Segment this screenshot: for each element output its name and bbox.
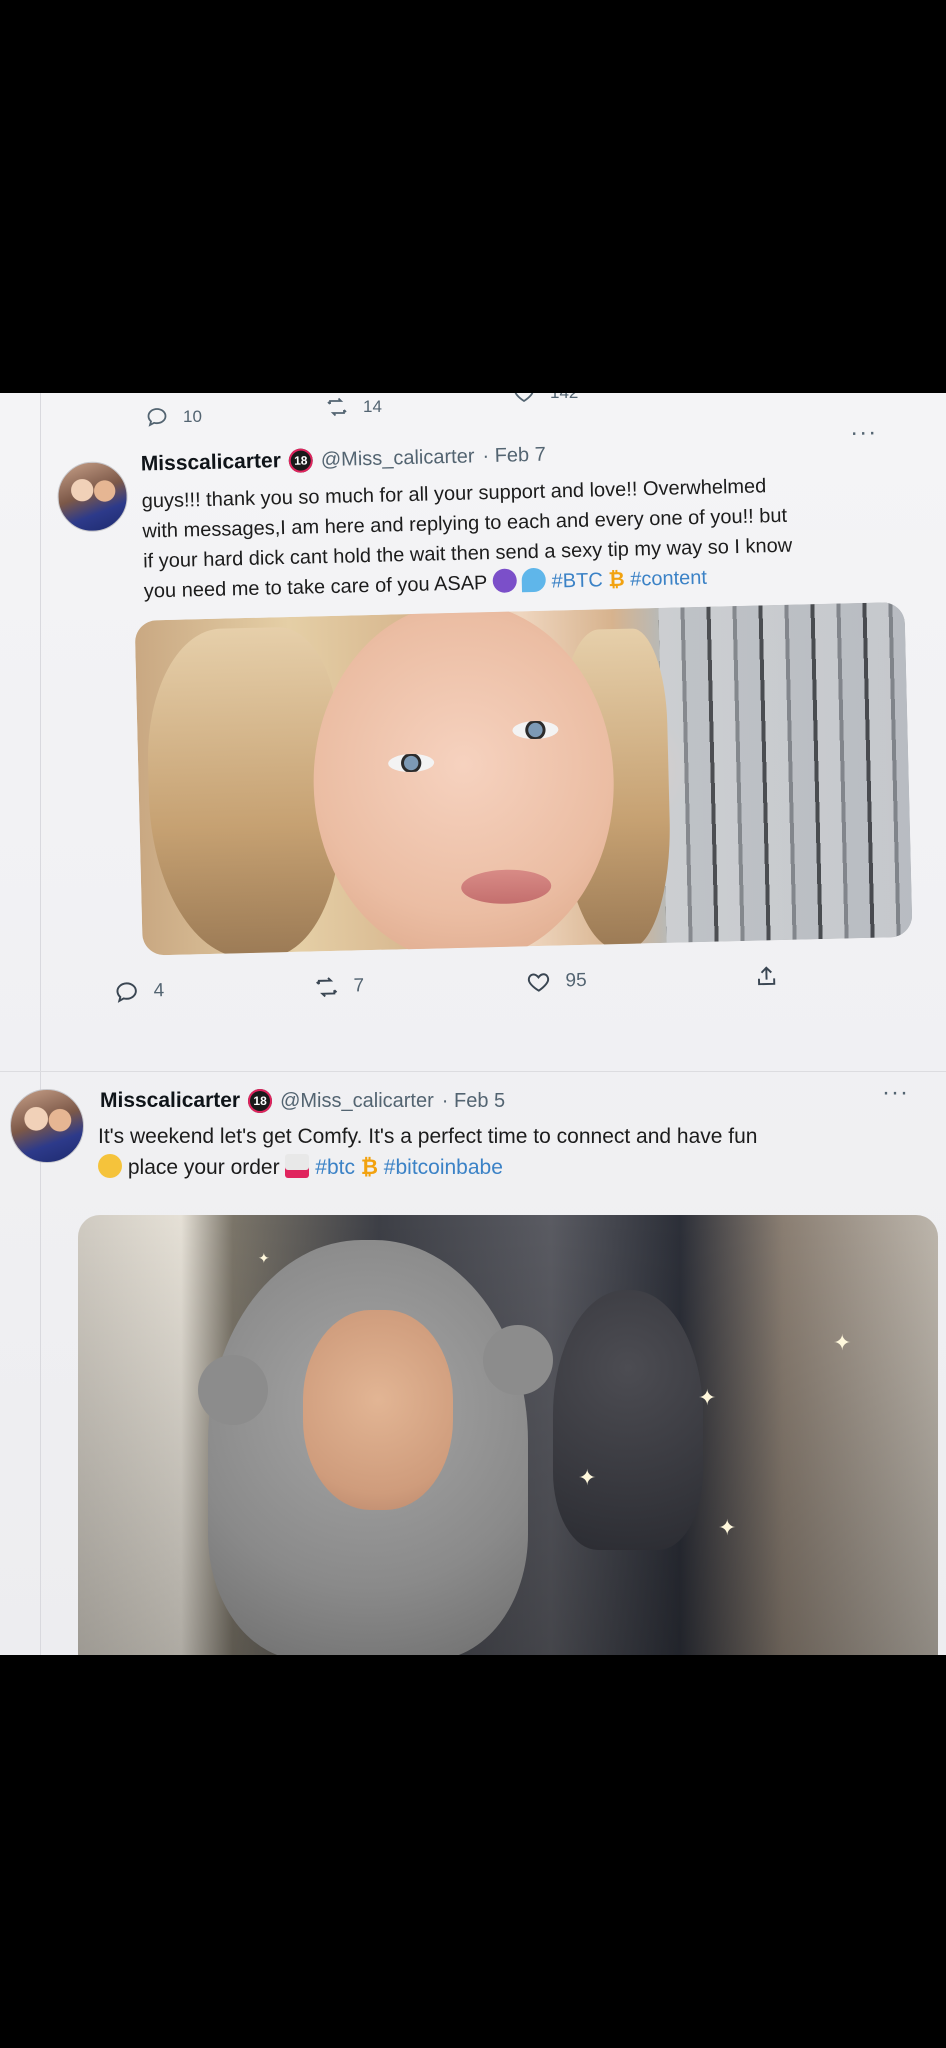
sweat-droplets-emoji-icon bbox=[521, 567, 547, 593]
reply-count: 10 bbox=[183, 407, 202, 426]
tweet-text-segment: you need me to take care of you ASAP bbox=[143, 572, 488, 603]
bitcoin-icon: ₿ bbox=[360, 1156, 378, 1179]
retweet-count: 7 bbox=[353, 975, 365, 997]
timeline: 10 14 142 Misscalicarter 18 @Miss_calica… bbox=[0, 393, 946, 1655]
age-18-badge-icon: 18 bbox=[248, 1089, 273, 1113]
display-name[interactable]: Misscalicarter bbox=[100, 1089, 240, 1113]
tweet-date[interactable]: · Feb 7 bbox=[482, 443, 546, 468]
tweet-text: It's weekend let's get Comfy. It's a per… bbox=[98, 1121, 918, 1183]
hashtag-btc[interactable]: #btc bbox=[315, 1156, 355, 1179]
tweet-text-line: It's weekend let's get Comfy. It's a per… bbox=[98, 1125, 758, 1148]
sparkle-icon: ✦ bbox=[578, 1465, 597, 1490]
heart-icon bbox=[527, 973, 550, 992]
reply-action[interactable]: 4 bbox=[113, 978, 164, 1005]
sparkle-icon: ✦ bbox=[698, 1385, 717, 1410]
like-action[interactable]: 95 bbox=[525, 968, 587, 995]
username-handle[interactable]: @Miss_calicarter bbox=[280, 1090, 434, 1113]
mirror-reflection bbox=[553, 1290, 703, 1550]
avatar[interactable] bbox=[10, 1089, 84, 1163]
like-count: 142 bbox=[550, 393, 578, 403]
screenshot-area: 10 14 142 Misscalicarter 18 @Miss_calica… bbox=[0, 393, 946, 1655]
retweet-action[interactable]: 7 bbox=[313, 973, 364, 1000]
face bbox=[303, 1310, 453, 1510]
avatar[interactable] bbox=[56, 460, 129, 533]
share-action[interactable] bbox=[753, 963, 780, 990]
tweet-text: guys!!! thank you so much for all your s… bbox=[141, 468, 904, 607]
more-icon[interactable]: ··· bbox=[850, 419, 878, 448]
username-handle[interactable]: @Miss_calicarter bbox=[321, 445, 475, 472]
reply-icon bbox=[147, 408, 167, 427]
age-18-badge-icon: 18 bbox=[288, 448, 314, 473]
tweet-header: Misscalicarter 18 @Miss_calicarter · Feb… bbox=[141, 443, 547, 477]
devil-emoji-icon bbox=[492, 568, 517, 593]
love-letter-emoji-icon bbox=[285, 1154, 310, 1178]
face bbox=[309, 601, 619, 956]
sparkle-icon: ✦ bbox=[718, 1515, 737, 1540]
like-action[interactable]: 142 bbox=[512, 393, 578, 405]
retweet-action[interactable]: 14 bbox=[325, 395, 382, 419]
hashtag-bitcoinbabe[interactable]: #bitcoinbabe bbox=[384, 1156, 503, 1179]
retweet-icon bbox=[316, 977, 338, 998]
tweet-photo[interactable]: ✦ ✦ ✦ ✦ ✦ bbox=[78, 1215, 938, 1655]
tweet-text-segment: place your order bbox=[127, 1156, 280, 1179]
sparkle-icon: ✦ bbox=[258, 1250, 270, 1266]
tweet-photo[interactable] bbox=[134, 601, 913, 956]
share-icon bbox=[757, 966, 776, 986]
curtain-background bbox=[658, 601, 913, 943]
bitcoin-icon: ₿ bbox=[608, 568, 625, 592]
winking-face-emoji-icon bbox=[98, 1154, 122, 1178]
hood-ear-right bbox=[483, 1325, 553, 1395]
retweet-icon bbox=[327, 397, 347, 417]
display-name[interactable]: Misscalicarter bbox=[141, 449, 282, 476]
sparkle-icon: ✦ bbox=[833, 1330, 852, 1355]
reply-action[interactable]: 10 bbox=[145, 405, 202, 429]
like-count: 95 bbox=[565, 969, 587, 992]
more-icon[interactable]: ··· bbox=[882, 1079, 909, 1107]
hashtag-btc[interactable]: #BTC bbox=[551, 569, 603, 592]
hood-ear-left bbox=[198, 1355, 268, 1425]
tweet-text-line-last: place your order #btc ₿ #bitcoinbabe bbox=[98, 1152, 918, 1183]
tweet-feb7[interactable]: Misscalicarter 18 @Miss_calicarter · Feb… bbox=[40, 412, 915, 1043]
reply-count: 4 bbox=[153, 980, 165, 1002]
tweet-date[interactable]: · Feb 5 bbox=[442, 1090, 505, 1113]
tweet-action-bar: 4 7 95 bbox=[113, 960, 914, 1020]
tweet-header: Misscalicarter 18 @Miss_calicarter · Feb… bbox=[100, 1089, 505, 1113]
hashtag-content[interactable]: #content bbox=[630, 567, 707, 591]
heart-icon bbox=[514, 393, 534, 403]
reply-icon bbox=[116, 982, 137, 1003]
tweet-feb5[interactable]: Misscalicarter 18 @Miss_calicarter · Feb… bbox=[0, 1065, 946, 1655]
retweet-count: 14 bbox=[363, 397, 382, 416]
